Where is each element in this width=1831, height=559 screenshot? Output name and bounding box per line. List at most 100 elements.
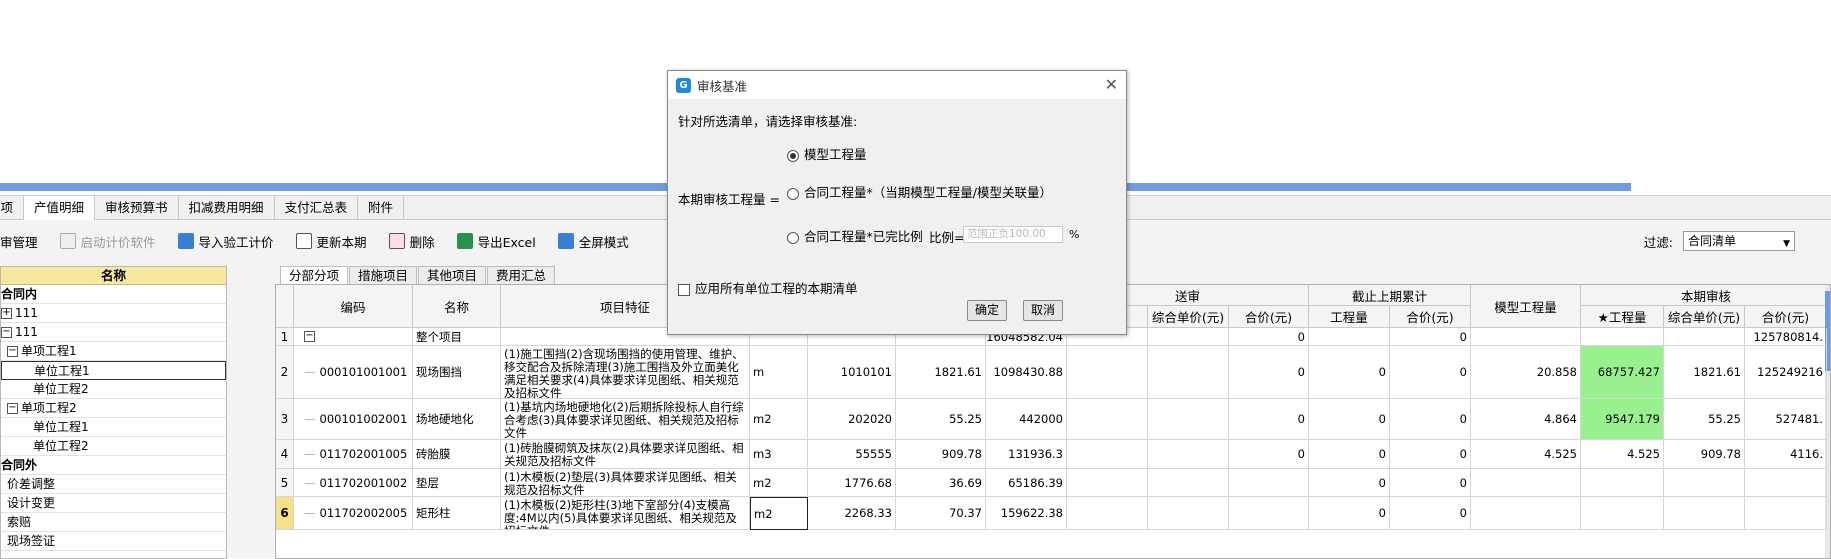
cell-p_qty[interactable] — [1309, 328, 1390, 346]
cell-no[interactable]: 6 — [276, 497, 294, 530]
tree-item[interactable]: 合同内 — [1, 285, 226, 304]
tree-item[interactable]: 单位工程2 — [1, 437, 226, 456]
fullscreen-button[interactable]: 全屏模式 — [557, 232, 629, 251]
cell-p_qty[interactable]: 0 — [1309, 497, 1390, 530]
cell-r_price[interactable]: 1821.61 — [1664, 346, 1745, 399]
apply-all-checkbox[interactable]: 应用所有单位工程的本期清单 — [678, 278, 858, 297]
cell-star[interactable]: 9547.179 — [1581, 399, 1664, 440]
subtab-3[interactable]: 费用汇总 — [487, 266, 556, 284]
cell-price[interactable]: 70.37 — [896, 497, 986, 530]
cell-no[interactable]: 4 — [276, 440, 294, 469]
cell-feature[interactable]: (1)施工围挡(2)含现场围挡的使用管理、维护、移交配合及拆除清理(3)施工围挡… — [501, 346, 750, 399]
cell-qty[interactable]: 55555 — [808, 440, 896, 469]
filter-select[interactable]: 合同清单 ▼ — [1683, 231, 1795, 251]
radio-contract-completed[interactable] — [787, 231, 799, 244]
import-measure-button[interactable]: 导入验工计价 — [177, 232, 274, 251]
tree-item[interactable]: −111 — [1, 323, 226, 342]
cell-p_total[interactable]: 0 — [1390, 399, 1471, 440]
cell-s_total[interactable] — [1229, 469, 1309, 497]
cell-name[interactable]: 垫层 — [413, 469, 501, 497]
cell-no[interactable]: 1 — [276, 328, 294, 346]
cell-no[interactable]: 5 — [276, 469, 294, 497]
update-period-button[interactable]: 更新本期 — [295, 232, 367, 251]
cell-qty[interactable]: 202020 — [808, 399, 896, 440]
cell-cut[interactable] — [1067, 440, 1148, 469]
cell-r_price[interactable] — [1664, 328, 1745, 346]
cell-star[interactable] — [1581, 497, 1664, 530]
cell-p_total[interactable]: 0 — [1390, 440, 1471, 469]
tree-item[interactable]: 索赔 — [1, 513, 226, 532]
cell-r_price[interactable] — [1664, 469, 1745, 497]
cell-name[interactable]: 场地硬地化 — [413, 399, 501, 440]
cell-name[interactable]: 砖胎膜 — [413, 440, 501, 469]
cell-s_price[interactable] — [1148, 469, 1229, 497]
tree-item[interactable]: 单位工程1 — [1, 418, 226, 437]
option-model-qty[interactable]: 模型工程量 — [787, 144, 867, 163]
cell-no[interactable]: 3 — [276, 399, 294, 440]
cell-code[interactable]: —011702001002 — [294, 469, 413, 497]
cell-model[interactable] — [1471, 497, 1581, 530]
cell-model[interactable] — [1471, 469, 1581, 497]
cell-s_total[interactable]: 0 — [1229, 346, 1309, 399]
cell-star[interactable] — [1581, 469, 1664, 497]
cell-name[interactable]: 整个项目 — [413, 328, 501, 346]
cell-s_price[interactable] — [1148, 440, 1229, 469]
cell-name[interactable]: 矩形柱 — [413, 497, 501, 530]
tree-item[interactable]: 单位工程1 — [1, 361, 226, 380]
cell-qty[interactable]: 1010101 — [808, 346, 896, 399]
cell-r_price[interactable]: 55.25 — [1664, 399, 1745, 440]
cell-p_total[interactable]: 0 — [1390, 469, 1471, 497]
cell-feature[interactable]: (1)基坑内场地硬地化(2)后期拆除投标人自行综合考虑(3)具体要求详见图纸、相… — [501, 399, 750, 440]
cell-p_qty[interactable]: 0 — [1309, 469, 1390, 497]
tab-0[interactable]: 费项 — [0, 196, 25, 219]
cell-model[interactable]: 20.858 — [1471, 346, 1581, 399]
cell-code[interactable]: − — [294, 328, 413, 346]
ratio-input[interactable]: 范围正负100.00 — [963, 226, 1063, 243]
cell-unit[interactable]: m2 — [750, 497, 808, 530]
cell-r_total[interactable] — [1745, 469, 1827, 497]
cell-s_total[interactable]: 0 — [1229, 328, 1309, 346]
cell-total[interactable]: 1098430.88 — [986, 346, 1067, 399]
radio-model-qty[interactable] — [787, 149, 799, 162]
cell-name[interactable]: 现场围挡 — [413, 346, 501, 399]
expand-icon[interactable]: − — [1, 327, 12, 338]
cell-cut[interactable] — [1067, 346, 1148, 399]
cell-total[interactable]: 442000 — [986, 399, 1067, 440]
cell-feature[interactable]: (1)木模板(2)矩形柱(3)地下室部分(4)支模高度:4M以内(5)具体要求详… — [501, 497, 750, 530]
cell-star[interactable] — [1581, 328, 1664, 346]
cell-star[interactable]: 68757.427 — [1581, 346, 1664, 399]
cell-r_total[interactable]: 527481. — [1745, 399, 1827, 440]
option-contract-completed[interactable]: 合同工程量*已完比例 — [787, 226, 923, 245]
cell-star[interactable]: 4.525 — [1581, 440, 1664, 469]
cell-p_qty[interactable]: 0 — [1309, 399, 1390, 440]
cell-p_qty[interactable]: 0 — [1309, 440, 1390, 469]
tab-5[interactable]: 附件 — [358, 196, 405, 219]
option-contract-ratio[interactable]: 合同工程量*（当期模型工程量/模型关联量） — [787, 182, 1052, 201]
cell-s_total[interactable]: 0 — [1229, 399, 1309, 440]
ok-button[interactable]: 确定 — [967, 300, 1007, 321]
cell-unit[interactable]: m — [750, 346, 808, 399]
cell-code[interactable]: —000101002001 — [294, 399, 413, 440]
cell-unit[interactable]: m2 — [750, 399, 808, 440]
checkbox-box[interactable] — [678, 283, 690, 296]
tab-4[interactable]: 支付汇总表 — [275, 196, 359, 219]
cell-price[interactable]: 1821.61 — [896, 346, 986, 399]
cell-price[interactable]: 36.69 — [896, 469, 986, 497]
cell-r_total[interactable] — [1745, 497, 1827, 530]
tree-item[interactable]: 合同外 — [1, 456, 226, 475]
tree-item[interactable]: 价差调整 — [1, 475, 226, 494]
collapse-icon[interactable]: − — [304, 331, 315, 342]
subtab-0[interactable]: 分部分项 — [280, 266, 349, 284]
cell-p_qty[interactable]: 0 — [1309, 346, 1390, 399]
tree-item[interactable]: − 单项工程1 — [1, 342, 226, 361]
cell-p_total[interactable]: 0 — [1390, 497, 1471, 530]
cell-r_total[interactable]: 4116. — [1745, 440, 1827, 469]
cell-code[interactable]: —000101001001 — [294, 346, 413, 399]
subtab-1[interactable]: 措施项目 — [349, 266, 418, 284]
cell-r_price[interactable]: 909.78 — [1664, 440, 1745, 469]
export-excel-button[interactable]: 导出Excel — [456, 232, 536, 251]
radio-contract-ratio[interactable] — [787, 187, 799, 200]
cancel-button[interactable]: 取消 — [1023, 300, 1063, 321]
cell-total[interactable]: 131936.3 — [986, 440, 1067, 469]
cell-price[interactable]: 909.78 — [896, 440, 986, 469]
